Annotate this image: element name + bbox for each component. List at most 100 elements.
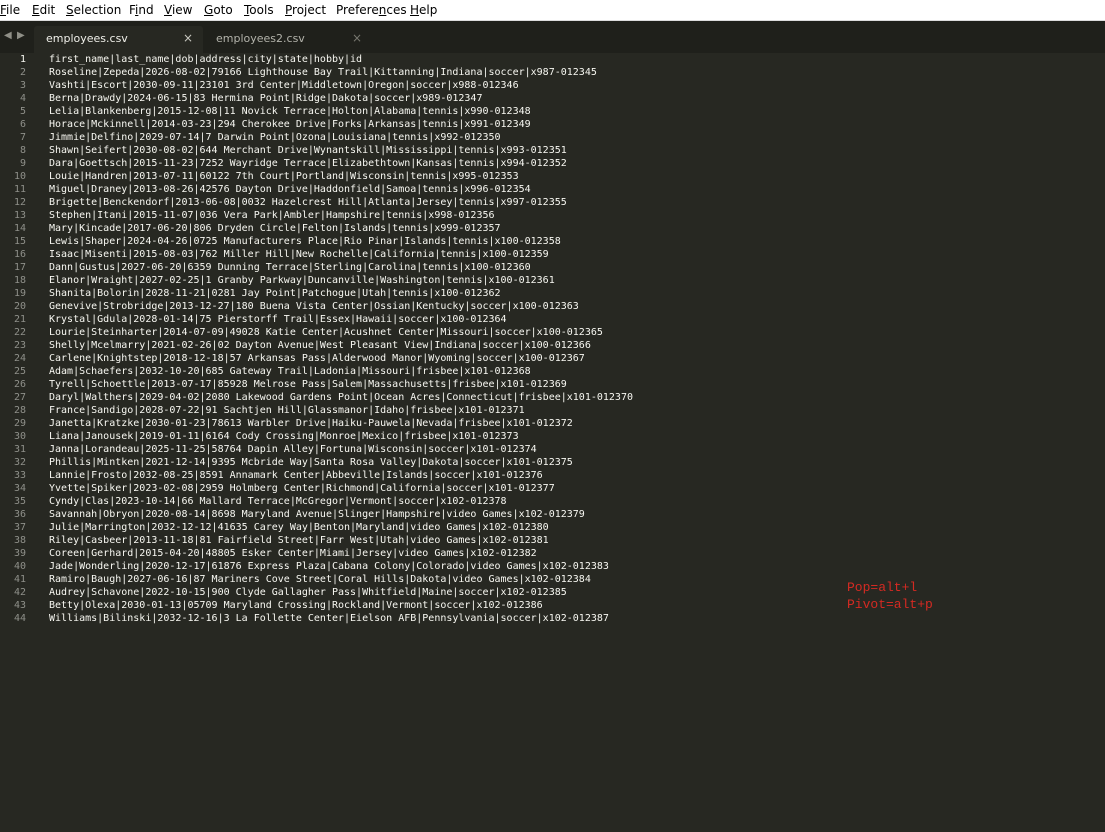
line-number: 1 <box>19 54 26 65</box>
line-number: 23 <box>13 340 26 351</box>
code-line[interactable]: Cyndy|Clas|2023-10-14|66 Mallard Terrace… <box>49 495 633 508</box>
line-number: 41 <box>13 574 26 585</box>
line-number: 24 <box>13 353 26 364</box>
menu-find[interactable]: Find <box>129 3 154 18</box>
line-number: 4 <box>19 93 26 104</box>
menu-selection[interactable]: Selection <box>66 3 121 18</box>
line-number: 43 <box>13 600 26 611</box>
code-line[interactable]: Lourie|Steinharter|2014-07-09|49028 Kati… <box>49 326 633 339</box>
code-line[interactable]: Brigette|Benckendorf|2013-06-08|0032 Haz… <box>49 196 633 209</box>
line-number: 9 <box>19 158 26 169</box>
line-number: 32 <box>13 457 26 468</box>
line-number: 22 <box>13 327 26 338</box>
code-line[interactable]: Berna|Drawdy|2024-06-15|83 Hermina Point… <box>49 92 633 105</box>
code-line[interactable]: Betty|Olexa|2030-01-13|05709 Maryland Cr… <box>49 599 633 612</box>
menu-edit[interactable]: Edit <box>32 3 55 18</box>
code-line[interactable]: Audrey|Schavone|2022-10-15|900 Clyde Gal… <box>49 586 633 599</box>
tab-employees-csv[interactable]: employees.csv × <box>34 26 203 53</box>
line-number: 39 <box>13 548 26 559</box>
line-number: 13 <box>13 210 26 221</box>
code-line[interactable]: France|Sandigo|2028-07-22|91 Sachtjen Hi… <box>49 404 633 417</box>
code-line[interactable]: Jimmie|Delfino|2029-07-14|7 Darwin Point… <box>49 131 633 144</box>
code-line[interactable]: Lannie|Frosto|2032-08-25|8591 Annamark C… <box>49 469 633 482</box>
line-number: 15 <box>13 236 26 247</box>
code-line[interactable]: Julie|Marrington|2032-12-12|41635 Carey … <box>49 521 633 534</box>
line-number: 14 <box>13 223 26 234</box>
menu-view[interactable]: View <box>164 3 192 18</box>
code-line[interactable]: Liana|Janousek|2019-01-11|6164 Cody Cros… <box>49 430 633 443</box>
code-line[interactable]: Daryl|Walthers|2029-04-02|2080 Lakewood … <box>49 391 633 404</box>
code-line[interactable]: Janna|Lorandeau|2025-11-25|58764 Dapin A… <box>49 443 633 456</box>
code-line[interactable]: Ramiro|Baugh|2027-06-16|87 Mariners Cove… <box>49 573 633 586</box>
code-line[interactable]: Miguel|Draney|2013-08-26|42576 Dayton Dr… <box>49 183 633 196</box>
line-number: 30 <box>13 431 26 442</box>
code-line[interactable]: Genevive|Strobridge|2013-12-27|180 Buena… <box>49 300 633 313</box>
code-line[interactable]: Jade|Wonderling|2020-12-17|61876 Express… <box>49 560 633 573</box>
line-number: 17 <box>13 262 26 273</box>
line-number: 10 <box>13 171 26 182</box>
code-line[interactable]: Savannah|Obryon|2020-08-14|8698 Maryland… <box>49 508 633 521</box>
line-number: 27 <box>13 392 26 403</box>
code-line[interactable]: Roseline|Zepeda|2026-08-02|79166 Lightho… <box>49 66 633 79</box>
line-number: 21 <box>13 314 26 325</box>
code-line[interactable]: Stephen|Itani|2015-11-07|036 Vera Park|A… <box>49 209 633 222</box>
text-editor[interactable]: 1 2 3 4 5 6 7 8 9 10 11 12 13 14 15 16 17 18 19 20 21 22 23 24 2… <box>0 53 1105 832</box>
line-number: 29 <box>13 418 26 429</box>
code-line[interactable]: Riley|Casbeer|2013-11-18|81 Fairfield St… <box>49 534 633 547</box>
tab-bar: ◀ ▶ employees.csv × employees2.csv × <box>0 21 1105 53</box>
code-line[interactable]: Tyrell|Schoettle|2013-07-17|85928 Melros… <box>49 378 633 391</box>
line-number: 34 <box>13 483 26 494</box>
code-line[interactable]: Shawn|Seifert|2030-08-02|644 Merchant Dr… <box>49 144 633 157</box>
code-line[interactable]: Lewis|Shaper|2024-04-26|0725 Manufacture… <box>49 235 633 248</box>
code-line[interactable]: Janetta|Kratzke|2030-01-23|78613 Warbler… <box>49 417 633 430</box>
line-number: 42 <box>13 587 26 598</box>
menu-tools[interactable]: Tools <box>244 3 274 18</box>
line-number-gutter: 1 2 3 4 5 6 7 8 9 10 11 12 13 14 15 16 17 18 19 20 21 22 23 24 2… <box>0 53 38 625</box>
tab-nav-left-icon[interactable]: ◀ <box>4 30 12 42</box>
code-line[interactable]: Shelly|Mcelmarry|2021-02-26|02 Dayton Av… <box>49 339 633 352</box>
menu-help[interactable]: Help <box>410 3 437 18</box>
code-line[interactable]: Louie|Handren|2013-07-11|60122 7th Court… <box>49 170 633 183</box>
code-line[interactable]: Dara|Goettsch|2015-11-23|7252 Wayridge T… <box>49 157 633 170</box>
line-number: 37 <box>13 522 26 533</box>
close-tab-icon[interactable]: × <box>352 31 362 45</box>
code-line[interactable]: Adam|Schaefers|2032-10-20|685 Gateway Tr… <box>49 365 633 378</box>
line-number: 26 <box>13 379 26 390</box>
code-line[interactable]: Williams|Bilinski|2032-12-16|3 La Follet… <box>49 612 633 625</box>
code-line[interactable]: Coreen|Gerhard|2015-04-20|48805 Esker Ce… <box>49 547 633 560</box>
code-line[interactable]: Mary|Kincade|2017-06-20|806 Dryden Circl… <box>49 222 633 235</box>
code-line[interactable]: Lelia|Blankenberg|2015-12-08|11 Novick T… <box>49 105 633 118</box>
code-line[interactable]: Dann|Gustus|2027-06-20|6359 Dunning Terr… <box>49 261 633 274</box>
menu-goto[interactable]: Goto <box>204 3 233 18</box>
code-line[interactable]: Carlene|Knightstep|2018-12-18|57 Arkansa… <box>49 352 633 365</box>
menu-file[interactable]: File <box>0 3 20 18</box>
tab-nav-right-icon[interactable]: ▶ <box>17 30 25 42</box>
line-number: 19 <box>13 288 26 299</box>
close-tab-icon[interactable]: × <box>183 31 193 45</box>
line-number: 40 <box>13 561 26 572</box>
code-line[interactable]: Shanita|Bolorin|2028-11-21|0281 Jay Poin… <box>49 287 633 300</box>
shortcut-annotation: Pop=alt+l Pivot=alt+p <box>847 579 933 613</box>
line-number: 5 <box>19 106 26 117</box>
line-number: 18 <box>13 275 26 286</box>
code-area[interactable]: first_name|last_name|dob|address|city|st… <box>49 53 633 625</box>
code-line[interactable]: Krystal|Gdula|2028-01-14|75 Pierstorff T… <box>49 313 633 326</box>
code-line[interactable]: Isaac|Misenti|2015-08-03|762 Miller Hill… <box>49 248 633 261</box>
tab-employees2-csv[interactable]: employees2.csv × <box>204 26 372 53</box>
line-number: 12 <box>13 197 26 208</box>
code-line[interactable]: Elanor|Wraight|2027-02-25|1 Granby Parkw… <box>49 274 633 287</box>
line-number: 6 <box>19 119 26 130</box>
code-line[interactable]: Vashti|Escort|2030-09-11|23101 3rd Cente… <box>49 79 633 92</box>
line-number: 33 <box>13 470 26 481</box>
menu-preferences[interactable]: Preferences <box>336 3 407 18</box>
code-line[interactable]: Horace|Mckinnell|2014-03-23|294 Cherokee… <box>49 118 633 131</box>
menu-project[interactable]: Project <box>285 3 326 18</box>
code-line[interactable]: Yvette|Spiker|2023-02-08|2959 Holmberg C… <box>49 482 633 495</box>
line-number: 3 <box>19 80 26 91</box>
tab-label: employees.csv <box>46 32 128 45</box>
line-number: 36 <box>13 509 26 520</box>
line-number: 28 <box>13 405 26 416</box>
code-line[interactable]: Phillis|Mintken|2021-12-14|9395 Mcbride … <box>49 456 633 469</box>
line-number: 44 <box>13 613 26 624</box>
code-line[interactable]: first_name|last_name|dob|address|city|st… <box>49 53 633 66</box>
